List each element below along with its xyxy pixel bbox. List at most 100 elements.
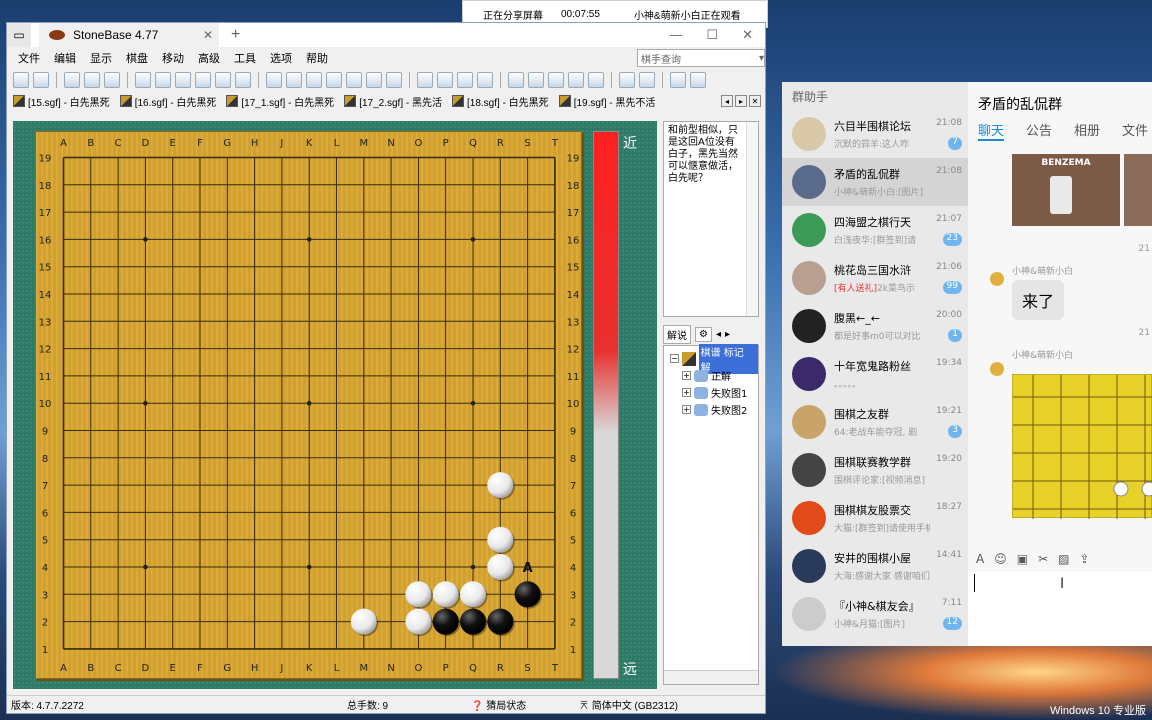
branch-up-icon[interactable]: [417, 72, 433, 88]
tab-files[interactable]: 文件: [1122, 120, 1148, 141]
new-tab-icon[interactable]: +: [231, 26, 240, 44]
branch-prev-icon[interactable]: [457, 72, 473, 88]
expand-icon[interactable]: +: [682, 371, 691, 380]
mark-icon[interactable]: [528, 72, 544, 88]
image-message[interactable]: BENZEMA: [1012, 154, 1120, 226]
tree-root[interactable]: − 棋谱 标记 解: [664, 343, 758, 374]
link-icon[interactable]: [588, 72, 604, 88]
pane-scroll-left-icon[interactable]: ◂: [716, 329, 721, 340]
forward-icon[interactable]: [326, 72, 342, 88]
comment-panel[interactable]: 和前型相似，只是这回A位没有白子，黑先当然可以惬意做活，白先呢？: [663, 121, 759, 317]
menu-file[interactable]: 文件: [11, 50, 47, 66]
chat-list-item[interactable]: 桃花岛三国水浒 21:06 [有人送礼]2k菜鸟示 99: [782, 254, 968, 302]
database-icon[interactable]: [84, 72, 100, 88]
tree-alt-icon[interactable]: [568, 72, 584, 88]
variation-icon[interactable]: [386, 72, 402, 88]
expand-icon[interactable]: +: [682, 405, 691, 414]
text-message[interactable]: 来了: [1012, 280, 1064, 320]
menu-move[interactable]: 移动: [155, 50, 191, 66]
menu-options[interactable]: 选项: [263, 50, 299, 66]
chat-list-item[interactable]: 十年宽鬼路粉丝 19:34 。。。。。: [782, 350, 968, 398]
stone-icon[interactable]: [155, 72, 171, 88]
pane-scroll-right-icon[interactable]: ▸: [725, 329, 730, 340]
new-file-icon[interactable]: [13, 72, 29, 88]
image-message-edge[interactable]: [1124, 154, 1152, 226]
board-view-icon[interactable]: [135, 72, 151, 88]
file-tab[interactable]: [18.sgf] - 白先黑死: [448, 92, 555, 110]
menu-tools[interactable]: 工具: [227, 50, 263, 66]
save-icon[interactable]: [64, 72, 80, 88]
maximize-icon[interactable]: ☐: [706, 27, 718, 43]
image-icon[interactable]: ▨: [1058, 552, 1069, 566]
group-avatar[interactable]: [792, 597, 826, 631]
window-menu-icon[interactable]: ▭: [7, 23, 31, 47]
tree-icon[interactable]: [548, 72, 564, 88]
group-avatar[interactable]: [792, 261, 826, 295]
group-avatar[interactable]: [792, 405, 826, 439]
menu-view[interactable]: 显示: [83, 50, 119, 66]
file-tab[interactable]: [19.sgf] - 黑先不活: [555, 92, 662, 110]
chat-list-item[interactable]: 腹黑←_← 20:00 都是好事m0可以对比 1: [782, 302, 968, 350]
file-tab[interactable]: [17_1.sgf] - 白先黑死: [222, 92, 340, 110]
last-move-icon[interactable]: [366, 72, 382, 88]
file-tab[interactable]: [15.sgf] - 白先黑死: [9, 92, 116, 110]
chat-list-item[interactable]: 六目半围棋论坛 21:08 沉默的蒜羊:这人咋 7: [782, 110, 968, 158]
zoom-icon[interactable]: [619, 72, 635, 88]
board-screenshot-message[interactable]: [1012, 374, 1152, 519]
group-avatar[interactable]: [792, 117, 826, 151]
chat-list-item[interactable]: 四海盟之棋行天 21:07 白浅夜华:[群签到]请 23: [782, 206, 968, 254]
rotate-icon[interactable]: [215, 72, 231, 88]
close-tab-icon[interactable]: ✕: [203, 28, 219, 42]
tab-commentary[interactable]: 解说: [663, 324, 691, 344]
tab-album[interactable]: 相册: [1074, 120, 1100, 141]
file-tab[interactable]: [16.sgf] - 白先黑死: [116, 92, 223, 110]
gif-icon[interactable]: ▣: [1017, 552, 1028, 566]
collapse-icon[interactable]: −: [670, 354, 679, 363]
player-search-box[interactable]: 棋手查询 ▾: [637, 49, 765, 67]
branch-down-icon[interactable]: [437, 72, 453, 88]
menu-edit[interactable]: 编辑: [47, 50, 83, 66]
chat-list-item[interactable]: 矛盾的乱侃群 21:08 小神&萌新小白:[图片]: [782, 158, 968, 206]
go-board[interactable]: A A B B C C D D E E F F G G H H J J K K L L M M N N O O P P Q Q R R S S T T 19…: [35, 131, 582, 679]
group-avatar[interactable]: [792, 501, 826, 535]
branch-next-icon[interactable]: [477, 72, 493, 88]
tab-announcement[interactable]: 公告: [1026, 120, 1052, 141]
group-avatar[interactable]: [792, 549, 826, 583]
number-icon[interactable]: [508, 72, 524, 88]
font-icon[interactable]: A: [976, 552, 984, 566]
tab-close-icon[interactable]: ✕: [749, 95, 761, 107]
back-ten-icon[interactable]: [286, 72, 302, 88]
menu-advanced[interactable]: 高级: [191, 50, 227, 66]
menu-help[interactable]: 帮助: [299, 50, 335, 66]
comment-scrollbar[interactable]: [746, 122, 758, 316]
chat-list-item[interactable]: 围棋之友群 19:21 64:老战车能夺冠, 剧 3: [782, 398, 968, 446]
tree-item[interactable]: + 失败图2: [664, 401, 758, 418]
sender-avatar[interactable]: [990, 272, 1004, 286]
help-icon[interactable]: [690, 72, 706, 88]
open-folder-icon[interactable]: [33, 72, 49, 88]
expand-icon[interactable]: +: [682, 388, 691, 397]
screenshot-icon[interactable]: ✂: [1038, 552, 1048, 566]
tab-scroll-left-icon[interactable]: ◂: [721, 95, 733, 107]
board-grid[interactable]: AABBCCDDEEFFGGHHJJKKLLMMNNOOPPQQRRSSTT19…: [36, 132, 583, 680]
chat-list-item[interactable]: 『小神&棋友会』 7:11 小神&月猫:[图片] 12: [782, 590, 968, 638]
group-avatar[interactable]: [792, 453, 826, 487]
tree-scrollbar[interactable]: [664, 670, 758, 684]
close-icon[interactable]: ✕: [742, 27, 753, 43]
group-avatar[interactable]: [792, 213, 826, 247]
message-input[interactable]: I: [968, 572, 1152, 646]
print-icon[interactable]: [104, 72, 120, 88]
minimize-icon[interactable]: —: [669, 27, 682, 43]
chat-list-item[interactable]: 围棋棋友股票交 18:27 大猫:[群签到]请使用手机: [782, 494, 968, 542]
app-tab[interactable]: StoneBase 4.77 ✕: [39, 23, 219, 47]
emoji-icon[interactable]: ☺: [994, 552, 1007, 566]
file-tab[interactable]: [17_2.sgf] - 黑先活: [340, 92, 448, 110]
sender-avatar[interactable]: [990, 362, 1004, 376]
group-avatar[interactable]: [792, 309, 826, 343]
chat-list-item[interactable]: 围棋联赛教学群 19:20 围棋评论家:[视频消息]: [782, 446, 968, 494]
tree-item[interactable]: + 失败图1: [664, 384, 758, 401]
menu-board[interactable]: 棋盘: [119, 50, 155, 66]
tab-scroll-right-icon[interactable]: ▸: [735, 95, 747, 107]
chevron-down-icon[interactable]: ▾: [759, 53, 764, 64]
settings-icon[interactable]: [670, 72, 686, 88]
